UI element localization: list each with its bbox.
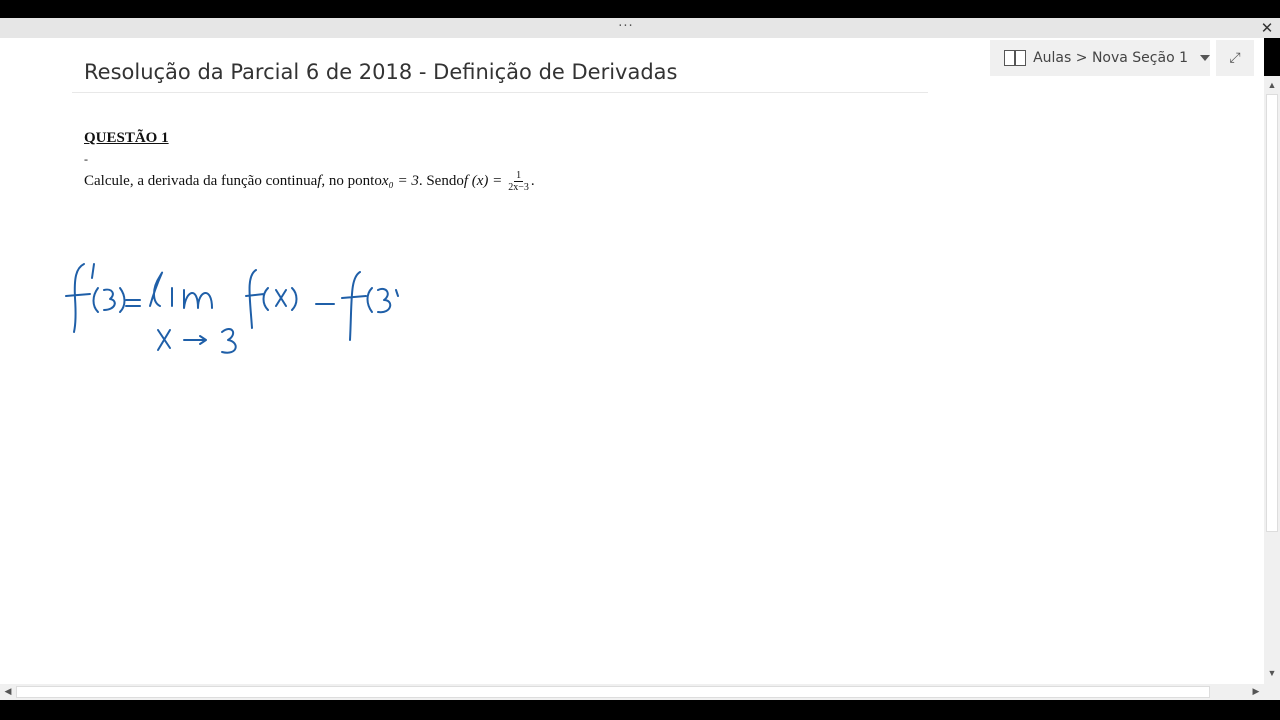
top-black-bar [0,0,1280,18]
scroll-up-arrow[interactable]: ▲ [1264,80,1280,90]
ink-f-of-x [245,269,298,329]
ink-f-prime [65,263,95,333]
ink-equals [125,299,141,307]
scroll-left-arrow[interactable]: ◀ [0,686,16,697]
window-title-bar [0,18,1280,38]
vertical-scrollbar[interactable]: ▲ ▼ [1264,76,1280,684]
scroll-right-arrow[interactable]: ▶ [1248,686,1264,697]
menu-dots-button[interactable]: ··· [612,18,640,38]
ink-lim [149,271,213,309]
close-button[interactable]: ✕ [1254,18,1280,38]
handwriting-ink[interactable] [0,38,1264,684]
scroll-down-arrow[interactable]: ▼ [1264,668,1280,678]
ink-x-arrow-3 [157,328,237,354]
ink-paren-3 [92,287,126,313]
horizontal-scroll-thumb[interactable] [16,686,1210,698]
scroll-corner [1264,684,1280,700]
bottom-black-bar [0,700,1280,720]
ink-f-of-3 [341,271,399,341]
vertical-scroll-thumb[interactable] [1266,94,1278,532]
horizontal-scrollbar[interactable]: ◀ ▶ [0,684,1264,700]
note-page[interactable]: Resolução da Parcial 6 de 2018 - Definiç… [0,38,1264,684]
